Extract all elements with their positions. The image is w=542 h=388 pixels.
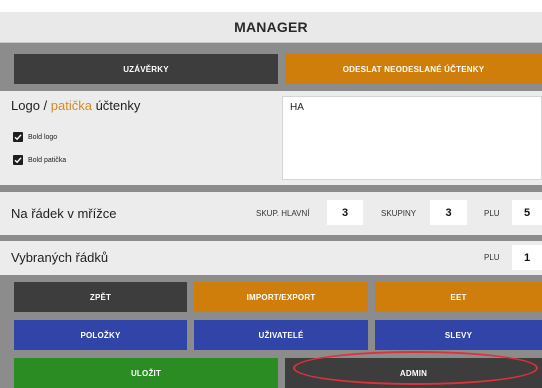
groups-label: SKUPINY xyxy=(381,209,417,218)
bold-footer-option[interactable]: Bold patička xyxy=(13,155,66,165)
window-title: MANAGER xyxy=(0,12,542,43)
receipt-label-footer: patička xyxy=(50,98,92,113)
bold-logo-checkbox[interactable] xyxy=(13,132,23,142)
closings-button[interactable]: UZÁVĚRKY xyxy=(14,54,278,84)
main-groups-input[interactable]: 3 xyxy=(327,200,363,225)
users-button[interactable]: UŽIVATELÉ xyxy=(194,320,368,350)
groups-input[interactable]: 3 xyxy=(430,200,467,225)
save-button[interactable]: ULOŽIT xyxy=(14,358,278,388)
items-button[interactable]: POLOŽKY xyxy=(14,320,187,350)
plu-label: PLU xyxy=(484,209,500,218)
selected-plu-label: PLU xyxy=(484,253,500,262)
check-icon xyxy=(14,157,22,164)
bold-footer-label: Bold patička xyxy=(28,156,67,164)
import-export-button[interactable]: IMPORT/EXPORT xyxy=(194,282,368,312)
check-icon xyxy=(14,134,22,141)
receipt-label: Logo / patička účtenky xyxy=(11,98,140,113)
discounts-button[interactable]: SLEVY xyxy=(375,320,542,350)
bold-logo-label: Bold logo xyxy=(28,133,58,141)
selected-plu-input[interactable]: 1 xyxy=(512,245,542,270)
send-unsent-receipts-button[interactable]: ODESLAT NEODESLANÉ ÚČTENKY xyxy=(285,54,542,84)
bold-logo-option[interactable]: Bold logo xyxy=(13,132,57,142)
back-button[interactable]: ZPĚT xyxy=(14,282,187,312)
main-groups-label: SKUP. HLAVNÍ xyxy=(256,209,310,218)
selected-rows-label: Vybraných řádků xyxy=(11,250,109,265)
highlight-circle xyxy=(293,351,538,385)
grid-row-label: Na řádek v mřížce xyxy=(11,206,117,221)
receipt-label-logo: Logo / xyxy=(11,98,51,113)
manager-window: MANAGER UZÁVĚRKY ODESLAT NEODESLANÉ ÚČTE… xyxy=(0,12,542,388)
eet-button[interactable]: EET xyxy=(375,282,542,312)
receipt-label-receipt: účtenky xyxy=(91,98,141,113)
plu-input[interactable]: 5 xyxy=(512,200,542,225)
receipt-text-field[interactable]: HA xyxy=(282,96,542,180)
bold-footer-checkbox[interactable] xyxy=(13,155,23,165)
